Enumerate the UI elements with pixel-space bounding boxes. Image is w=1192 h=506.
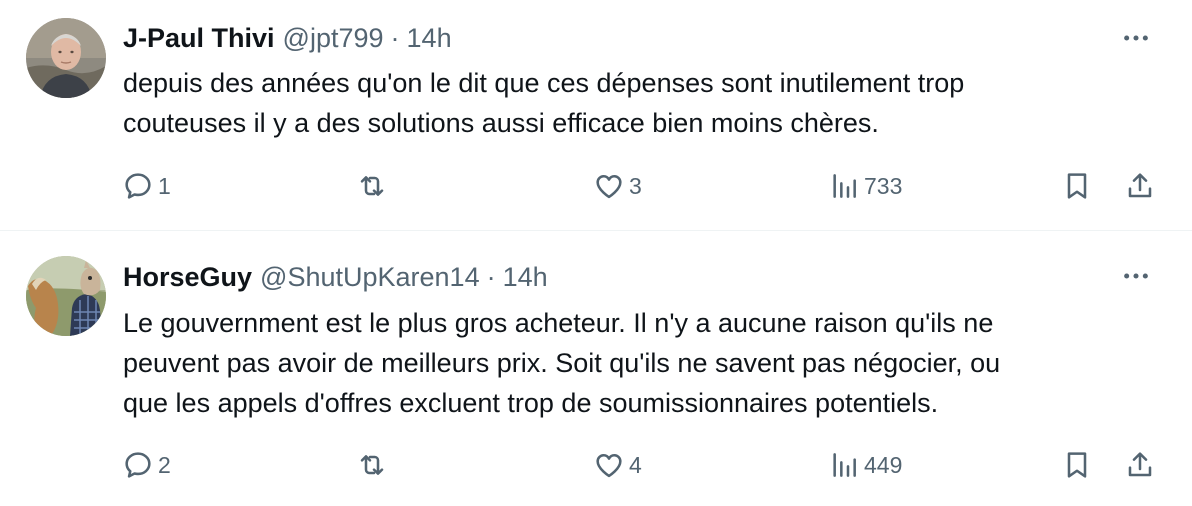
- separator-dot: ·: [486, 261, 496, 292]
- view-count: 449: [864, 451, 903, 478]
- share-arrow-icon: [1128, 452, 1152, 477]
- three-dots-icon: [1124, 35, 1148, 41]
- heart-outline-icon: [596, 454, 622, 478]
- share-arrow-icon: [1128, 173, 1152, 198]
- author-handle[interactable]: @jpt799: [283, 23, 384, 54]
- like-count: 3: [629, 172, 642, 199]
- author-name[interactable]: J-Paul Thivi: [123, 23, 275, 54]
- author-handle[interactable]: @ShutUpKaren14: [260, 262, 480, 293]
- avatar-photo: [26, 18, 106, 98]
- retweet-button[interactable]: [356, 445, 392, 485]
- tweet[interactable]: HorseGuy @ShutUpKaren14 · 14h Le gouvern…: [0, 232, 1192, 506]
- avatar-photo: [26, 256, 106, 336]
- share-button[interactable]: [1124, 166, 1156, 206]
- retweet-button[interactable]: [356, 166, 392, 206]
- bookmark-icon: [1067, 452, 1087, 478]
- separator-dot: ·: [390, 22, 400, 53]
- retweet-arrows-icon: [360, 455, 384, 475]
- tweet-actions: 1 3 733: [0, 166, 1192, 206]
- retweet-arrows-icon: [360, 176, 384, 196]
- speech-bubble-icon: [125, 452, 151, 478]
- tweet-text: depuis des années qu'on le dit que ces d…: [123, 63, 1163, 143]
- like-button[interactable]: 4: [593, 445, 642, 485]
- tweet-text-line: Le gouvernment est le plus gros acheteur…: [123, 308, 994, 338]
- tweet-text: Le gouvernment est le plus gros acheteur…: [123, 303, 1163, 423]
- tweet-actions: 2 4 449: [0, 445, 1192, 485]
- heart-outline-icon: [596, 175, 622, 199]
- timestamp[interactable]: 14h: [407, 23, 452, 54]
- bar-chart-icon: [833, 453, 856, 477]
- bookmark-button[interactable]: [1061, 166, 1093, 206]
- tweet[interactable]: J-Paul Thivi @jpt799 · 14h depuis des an…: [0, 0, 1192, 231]
- more-options-button[interactable]: [1116, 18, 1156, 58]
- like-count: 4: [629, 451, 642, 478]
- avatar[interactable]: [26, 256, 106, 336]
- reply-button[interactable]: 1: [122, 166, 171, 206]
- more-options-button[interactable]: [1116, 256, 1156, 296]
- timestamp[interactable]: 14h: [503, 262, 548, 293]
- tweet-header: J-Paul Thivi @jpt799 · 14h: [123, 18, 452, 58]
- like-button[interactable]: 3: [593, 166, 642, 206]
- reply-button[interactable]: 2: [122, 445, 171, 485]
- reply-count: 2: [158, 451, 171, 478]
- tweet-text-line: que les appels d'offres excluent trop de…: [123, 388, 939, 418]
- tweet-header: HorseGuy @ShutUpKaren14 · 14h: [123, 257, 548, 297]
- three-dots-icon: [1124, 273, 1148, 279]
- bar-chart-icon: [833, 174, 856, 198]
- tweet-text-line: depuis des années qu'on le dit que ces d…: [123, 68, 965, 98]
- share-button[interactable]: [1124, 445, 1156, 485]
- bookmark-icon: [1067, 173, 1087, 199]
- speech-bubble-icon: [125, 173, 151, 199]
- bookmark-button[interactable]: [1061, 445, 1093, 485]
- avatar[interactable]: [26, 18, 106, 98]
- views-button[interactable]: 449: [828, 445, 902, 485]
- reply-count: 1: [158, 172, 171, 199]
- author-name[interactable]: HorseGuy: [123, 262, 252, 293]
- view-count: 733: [864, 172, 903, 199]
- tweet-text-line: couteuses il y a des solutions aussi eff…: [123, 108, 879, 138]
- tweet-text-line: peuvent pas avoir de meilleurs prix. Soi…: [123, 348, 1001, 378]
- views-button[interactable]: 733: [828, 166, 902, 206]
